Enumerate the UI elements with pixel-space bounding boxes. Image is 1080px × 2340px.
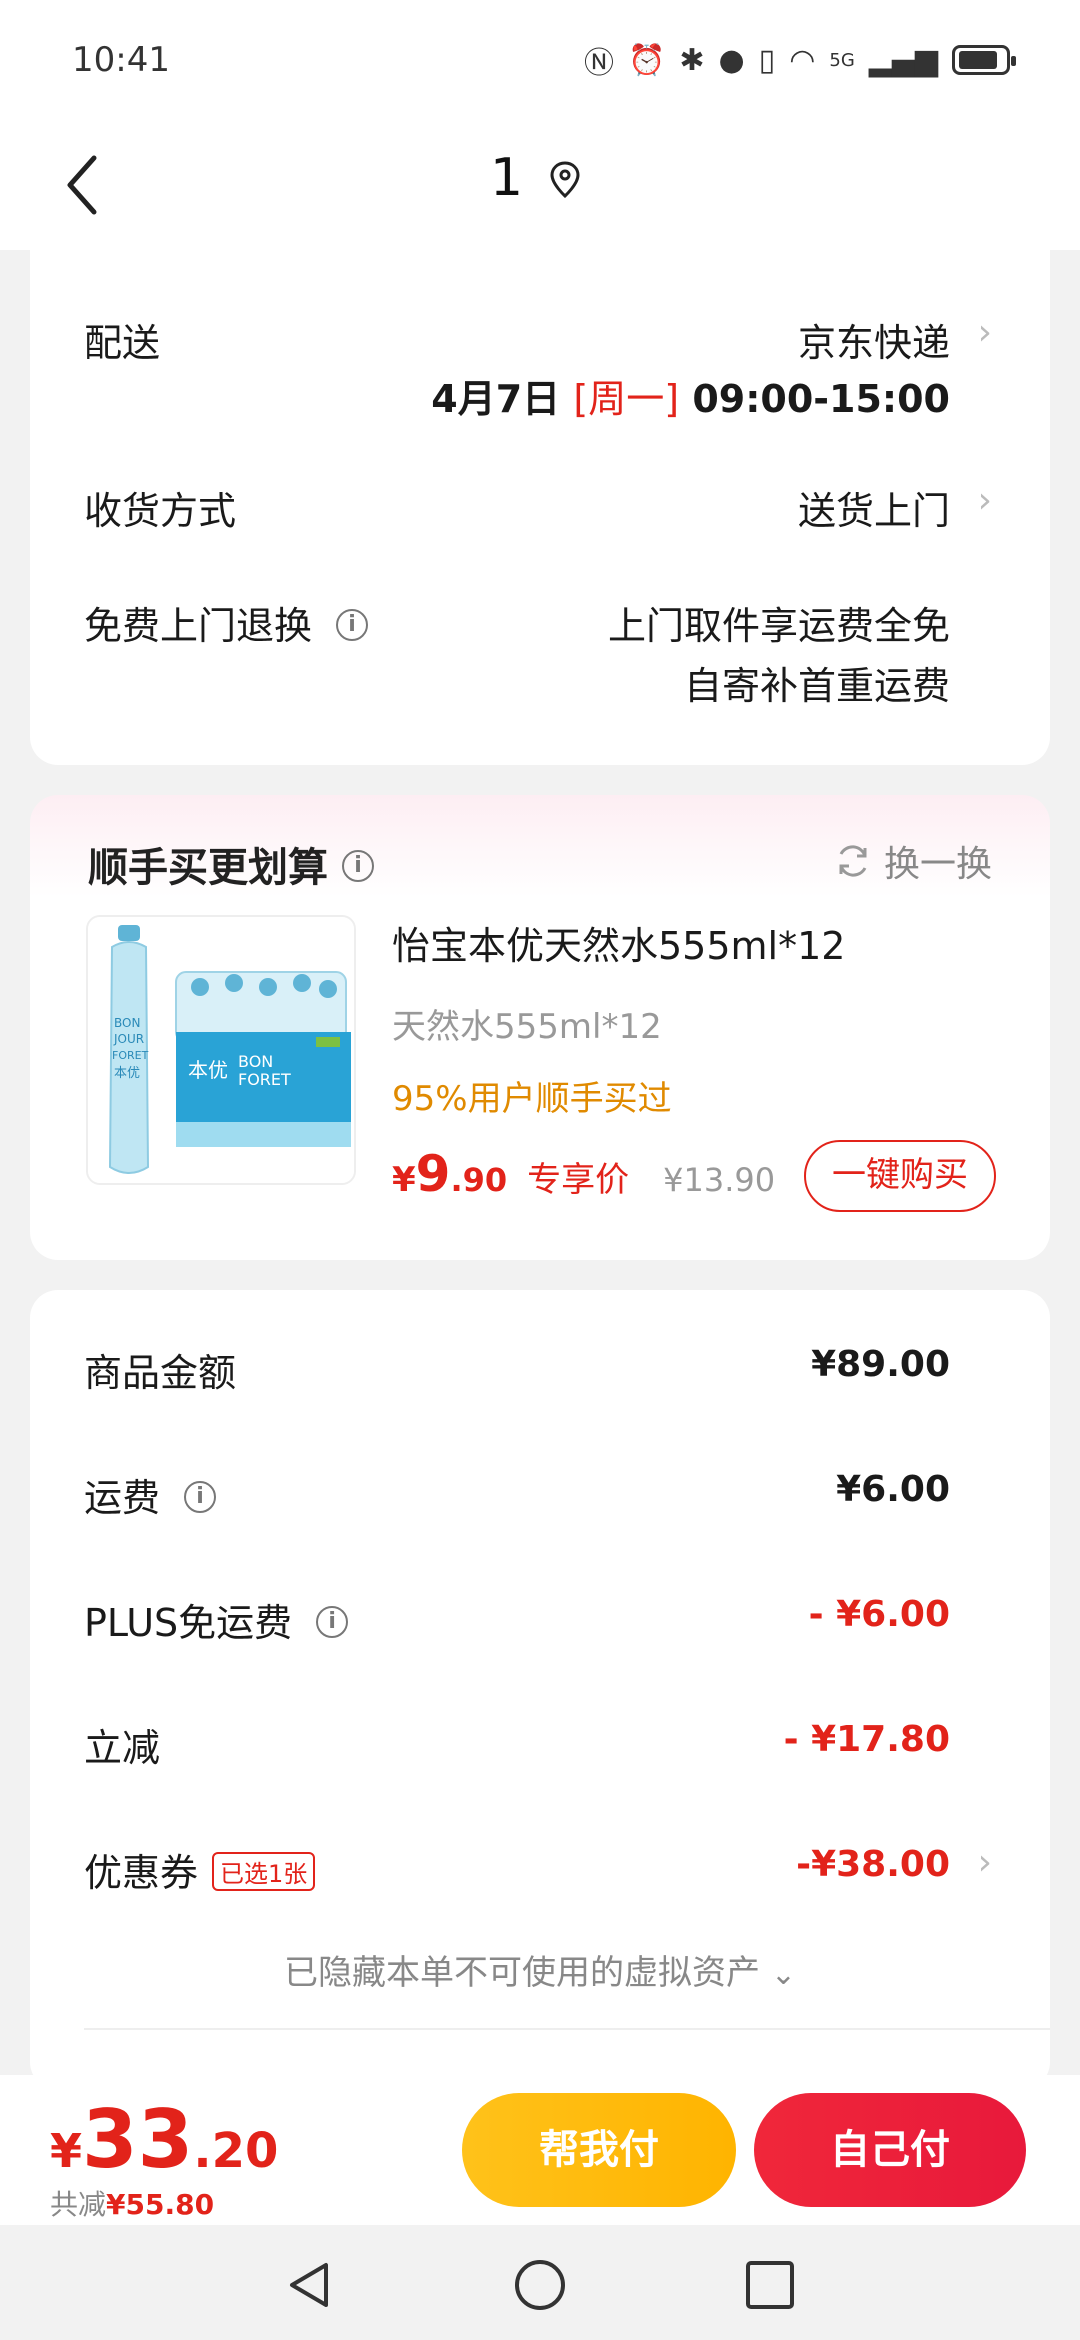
original-price: ¥13.90 [663,1161,776,1199]
chevron-right-icon[interactable]: › [978,312,992,353]
coupon-label: 优惠券 [84,1851,199,1895]
vibrate-icon: ▯ [758,42,776,78]
pack-brand-text: FORET [238,1070,291,1089]
location-pin-icon[interactable] [548,160,582,200]
product-price: ¥ 9 .90 专享价 ¥13.90 [392,1145,775,1205]
price-tag: 专享价 [527,1160,630,1200]
system-nav-bar [0,2225,1080,2340]
info-icon[interactable]: i [342,850,374,882]
upsell-title-row: 顺手买更划算 i [88,835,374,893]
free-return-line1: 上门取件享运费全免 [607,604,950,648]
nfc-icon: Ⓝ [583,46,614,81]
instant-discount-value: - ¥17.80 [783,1719,950,1760]
status-bar: 10:41 Ⓝ ⏰ ✱ ● ▯ ◠ 5G ▂▄▆ [0,0,1080,120]
swap-label: 换一换 [883,844,992,885]
status-icons: Ⓝ ⏰ ✱ ● ▯ ◠ 5G ▂▄▆ [583,38,1016,82]
info-icon[interactable]: i [316,1605,349,1638]
price-decimal: .90 [450,1161,508,1199]
page-title: 1 [490,148,524,208]
pay-myself-button[interactable]: 自己付 [754,2093,1026,2207]
order-summary-card: 商品金额 ¥89.00 运费 i ¥6.00 PLUS免运费 i - ¥6.00 立… [30,1290,1050,2090]
chevron-down-icon: ⌄ [770,1957,796,1992]
shipping-label: 运费 [84,1476,161,1520]
delivery-schedule[interactable]: 4月7日 [周一] 09:00-15:00 [431,368,950,423]
network-label: 5G [829,49,855,71]
delivery-weekday: [周一] [573,377,680,421]
pack-brand-text: BON [238,1052,273,1071]
signal-icon: ▂▄▆ [868,42,938,78]
status-time: 10:41 [72,40,170,80]
chevron-right-icon[interactable]: › [978,1842,992,1883]
coupon-value[interactable]: -¥38.00 [796,1844,950,1885]
help-me-pay-button[interactable]: 帮我付 [462,2093,736,2207]
alarm-icon: ⏰ [627,42,666,78]
subtotal-value: ¥89.00 [811,1344,950,1385]
total-price: ¥ 33 .20 [50,2093,278,2186]
bottle-cn-text: 本优 [114,1066,140,1081]
total-integer: 33 [82,2093,194,2186]
nav-home-icon[interactable] [512,2257,568,2313]
upsell-title: 顺手买更划算 [88,845,328,891]
chevron-right-icon[interactable]: › [978,480,992,521]
divider [84,2028,1050,2030]
saved-label: 共减 [50,2188,107,2221]
delivery-card: 配送 京东快递 › 4月7日 [周一] 09:00-15:00 收货方式 送货上… [30,230,1050,765]
receive-method-label: 收货方式 [84,489,237,533]
upsell-card: 顺手买更划算 i 换一换 BON JOUR FORET 本优 本优 BON FO… [30,795,1050,1260]
coupon-badge: 已选1张 [212,1852,316,1891]
product-spec: 天然水555ml*12 [392,1007,662,1047]
free-return-line2: 自寄补首重运费 [683,664,950,708]
hidden-assets-toggle[interactable]: 已隐藏本单不可使用的虚拟资产 ⌄ [30,1945,1050,1994]
wifi-icon: ◠ [789,42,816,78]
plus-free-shipping-label: PLUS免运费 [84,1601,293,1645]
total-currency: ¥ [50,2124,83,2178]
delivery-date: 4月7日 [431,377,561,421]
delivery-time-window: 09:00-15:00 [692,377,950,421]
delivery-label: 配送 [84,321,161,365]
nav-back-icon[interactable] [282,2257,338,2313]
price-currency: ¥ [392,1160,416,1200]
refresh-icon [839,845,867,877]
info-icon[interactable]: i [336,608,369,641]
saved-value: ¥55.80 [106,2188,215,2221]
free-return-label: 免费上门退换 [84,604,313,648]
checkout-bar: ¥ 33 .20 共减¥55.80 帮我付 自己付 [0,2075,1080,2225]
subtotal-label: 商品金额 [84,1351,237,1395]
receive-method-value[interactable]: 送货上门 [798,480,950,535]
bottle-brand-text: FORET [112,1049,149,1062]
pack-cn-text: 本优 [188,1058,228,1082]
info-icon[interactable]: i [184,1480,217,1513]
plus-free-shipping-row: PLUS免运费 i [84,1592,349,1647]
bottle-brand-text: JOUR [113,1032,144,1046]
swap-button[interactable]: 换一换 [834,835,992,887]
product-hint: 95%用户顺手买过 [392,1079,672,1119]
shipping-row: 运费 i [84,1467,217,1522]
bluetooth-icon: ✱ [679,42,705,78]
delivery-carrier[interactable]: 京东快递 [798,312,950,367]
free-return-row: 免费上门退换 i [84,595,369,650]
nav-recent-apps-icon[interactable] [742,2257,798,2313]
total-decimal: .20 [193,2123,279,2179]
hidden-assets-note: 已隐藏本单不可使用的虚拟资产 [284,1953,761,1993]
location-status-icon: ● [718,42,745,78]
water-bottle-image: BON JOUR FORET 本优 本优 BON FORET [88,917,354,1183]
product-image[interactable]: BON JOUR FORET 本优 本优 BON FORET [86,915,356,1185]
coupon-row[interactable]: 优惠券 已选1张 [84,1842,316,1897]
one-click-buy-button[interactable]: 一键购买 [804,1140,996,1212]
bottle-brand-text: BON [114,1016,140,1030]
price-integer: 9 [415,1145,451,1203]
product-name[interactable]: 怡宝本优天然水555ml*12 [392,915,845,970]
shipping-value: ¥6.00 [836,1469,950,1510]
plus-free-shipping-value: - ¥6.00 [808,1594,950,1635]
back-icon[interactable] [60,150,120,220]
battery-icon [952,45,1016,75]
instant-discount-label: 立减 [84,1726,161,1770]
total-saved: 共减¥55.80 [50,2183,214,2223]
